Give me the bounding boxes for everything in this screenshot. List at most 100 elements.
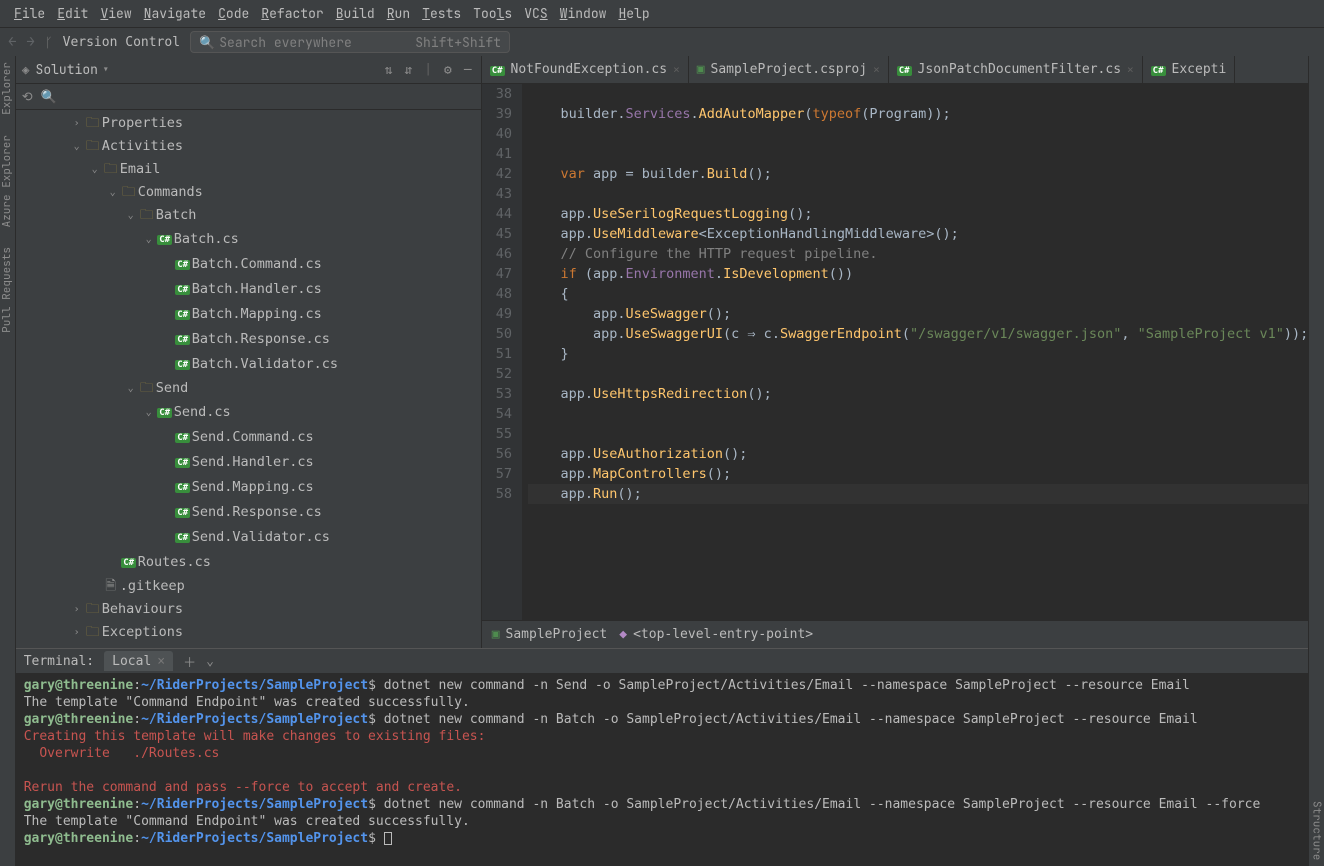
menu-refactor[interactable]: Refactor [255, 5, 329, 22]
explorer-title[interactable]: Solution [36, 61, 98, 78]
search-everywhere-input[interactable]: 🔍Search everywhere Shift+Shift [190, 31, 510, 53]
tool-azure-explorer[interactable]: Azure Explorer [0, 135, 14, 227]
csharp-file-icon: C# [174, 252, 192, 277]
file-icon: 🗎 [102, 575, 120, 598]
chevron-down-icon[interactable]: ⌄ [206, 654, 214, 669]
minimize-icon[interactable]: — [461, 61, 475, 78]
menu-tests[interactable]: Tests [416, 5, 467, 22]
tree-node[interactable]: ⌄🗀Commands [16, 181, 481, 204]
sync-icon[interactable]: ⟲ [22, 88, 33, 105]
tree-node[interactable]: C#Send.Response.cs [16, 500, 481, 525]
menu-view[interactable]: View [94, 5, 137, 22]
menu-file[interactable]: File [8, 5, 51, 22]
tab-label: Excepti [1172, 62, 1227, 77]
csharp-file-icon: C# [174, 450, 192, 475]
tool-structure[interactable]: Structure [1310, 801, 1324, 860]
chevron-down-icon[interactable]: ⌄ [106, 181, 120, 204]
tree-node-label: Send.Response.cs [192, 501, 322, 524]
chevron-down-icon[interactable]: ⌄ [88, 158, 102, 181]
line-number-gutter: 3839404142434445464748495051525354555657… [482, 84, 522, 620]
folder-icon: 🗀 [138, 204, 156, 227]
csharp-file-icon: C# [156, 400, 174, 425]
tool-explorer[interactable]: Explorer [0, 62, 14, 115]
close-icon[interactable]: × [873, 63, 880, 76]
editor-panel: C#NotFoundException.cs×▣SampleProject.cs… [482, 56, 1309, 648]
close-icon[interactable]: × [157, 654, 165, 669]
tree-node[interactable]: C#Batch.Mapping.cs [16, 302, 481, 327]
chevron-right-icon[interactable]: › [70, 112, 84, 135]
editor-tab[interactable]: C# NotFoundException.cs × [482, 56, 689, 83]
left-tool-stripe: Explorer Azure Explorer Pull Requests [0, 56, 16, 866]
chevron-down-icon[interactable]: ⌄ [70, 135, 84, 158]
new-terminal-icon[interactable]: ＋ [183, 652, 196, 671]
tree-node[interactable]: C#Batch.Response.cs [16, 327, 481, 352]
tree-node[interactable]: C#Batch.Handler.cs [16, 277, 481, 302]
menu-navigate[interactable]: Navigate [138, 5, 212, 22]
code-editor[interactable]: 3839404142434445464748495051525354555657… [482, 84, 1309, 620]
crumb-member[interactable]: ◆<top-level-entry-point> [619, 627, 813, 642]
tree-node[interactable]: ⌄🗀Batch [16, 204, 481, 227]
tree-node[interactable]: ⌄🗀Activities [16, 135, 481, 158]
vcs-branch-icon[interactable]: ᚴ [45, 34, 53, 51]
menu-edit[interactable]: Edit [51, 5, 94, 22]
solution-tree[interactable]: ›🗀Properties⌄🗀Activities⌄🗀Email⌄🗀Command… [16, 110, 481, 648]
tab-label: NotFoundException.cs [511, 62, 668, 77]
csharp-file-icon: C# [490, 62, 505, 77]
tree-node[interactable]: 🗎.gitkeep [16, 575, 481, 598]
tree-node-label: Batch [156, 204, 197, 227]
csharp-file-icon: C# [174, 327, 192, 352]
tree-node[interactable]: C#Send.Handler.cs [16, 450, 481, 475]
expand-all-icon[interactable]: ⇅ [382, 61, 396, 78]
editor-tab[interactable]: C#Excepti [1143, 56, 1236, 83]
filter-search-icon[interactable]: 🔍 [41, 88, 57, 105]
tree-node[interactable]: ⌄🗀Send [16, 377, 481, 400]
tree-node[interactable]: C#Batch.Validator.cs [16, 352, 481, 377]
tree-node[interactable]: C#Send.Command.cs [16, 425, 481, 450]
menu-vcs[interactable]: VCS [518, 5, 553, 22]
chevron-right-icon[interactable]: › [70, 598, 84, 621]
close-icon[interactable]: × [673, 63, 680, 76]
menu-code[interactable]: Code [212, 5, 255, 22]
tree-node[interactable]: C#Batch.Command.cs [16, 252, 481, 277]
chevron-down-icon[interactable]: ⌄ [124, 204, 138, 227]
tree-node[interactable]: ⌄C#Batch.cs [16, 227, 481, 252]
folder-icon: 🗀 [84, 621, 102, 644]
crumb-project[interactable]: ▣SampleProject [492, 627, 608, 642]
tree-node[interactable]: C#Send.Mapping.cs [16, 475, 481, 500]
tree-node[interactable]: ›🗀Exceptions [16, 621, 481, 644]
settings-gear-icon[interactable]: ⚙ [441, 61, 455, 78]
tree-node[interactable]: ⌄🗀Email [16, 158, 481, 181]
tool-pull-requests[interactable]: Pull Requests [0, 247, 14, 333]
chevron-right-icon[interactable]: › [70, 621, 84, 644]
tree-node-label: Send.Handler.cs [192, 451, 314, 474]
tree-node[interactable]: ⌄C#Send.cs [16, 400, 481, 425]
breadcrumb[interactable]: Version Control [63, 35, 180, 50]
chevron-down-icon[interactable]: ⌄ [142, 228, 156, 251]
menu-help[interactable]: Help [612, 5, 655, 22]
collapse-all-icon[interactable]: ⇵ [401, 61, 415, 78]
tree-node[interactable]: ›🗀Properties [16, 112, 481, 135]
chevron-down-icon[interactable]: ⌄ [142, 401, 156, 424]
tree-node[interactable]: C#Routes.cs [16, 550, 481, 575]
editor-tab-bar: C#NotFoundException.cs×▣SampleProject.cs… [482, 56, 1309, 84]
editor-tab[interactable]: C#JsonPatchDocumentFilter.cs× [889, 56, 1143, 83]
scope-icon[interactable]: ◈ [22, 61, 30, 78]
tree-node[interactable]: ›🗀Behaviours [16, 598, 481, 621]
tree-node[interactable]: C#Send.Validator.cs [16, 525, 481, 550]
menu-build[interactable]: Build [330, 5, 381, 22]
code-content[interactable]: builder.Services.AddAutoMapper(typeof(Pr… [522, 84, 1308, 620]
editor-tab[interactable]: ▣SampleProject.csproj× [689, 56, 889, 83]
nav-back-icon[interactable]: ← [8, 33, 16, 51]
terminal-tab[interactable]: Local× [104, 651, 173, 671]
chevron-down-icon[interactable]: ▾ [102, 61, 110, 78]
close-icon[interactable]: × [1127, 63, 1134, 76]
csharp-file-icon: C# [174, 302, 192, 327]
folder-icon: 🗀 [102, 158, 120, 181]
menu-window[interactable]: Window [554, 5, 613, 22]
chevron-down-icon[interactable]: ⌄ [124, 377, 138, 400]
menu-run[interactable]: Run [381, 5, 416, 22]
csharp-file-icon: C# [120, 550, 138, 575]
terminal-output[interactable]: gary@threenine:~/RiderProjects/SamplePro… [16, 673, 1309, 866]
menu-tools[interactable]: Tools [467, 5, 518, 22]
nav-forward-icon[interactable]: → [26, 33, 34, 51]
